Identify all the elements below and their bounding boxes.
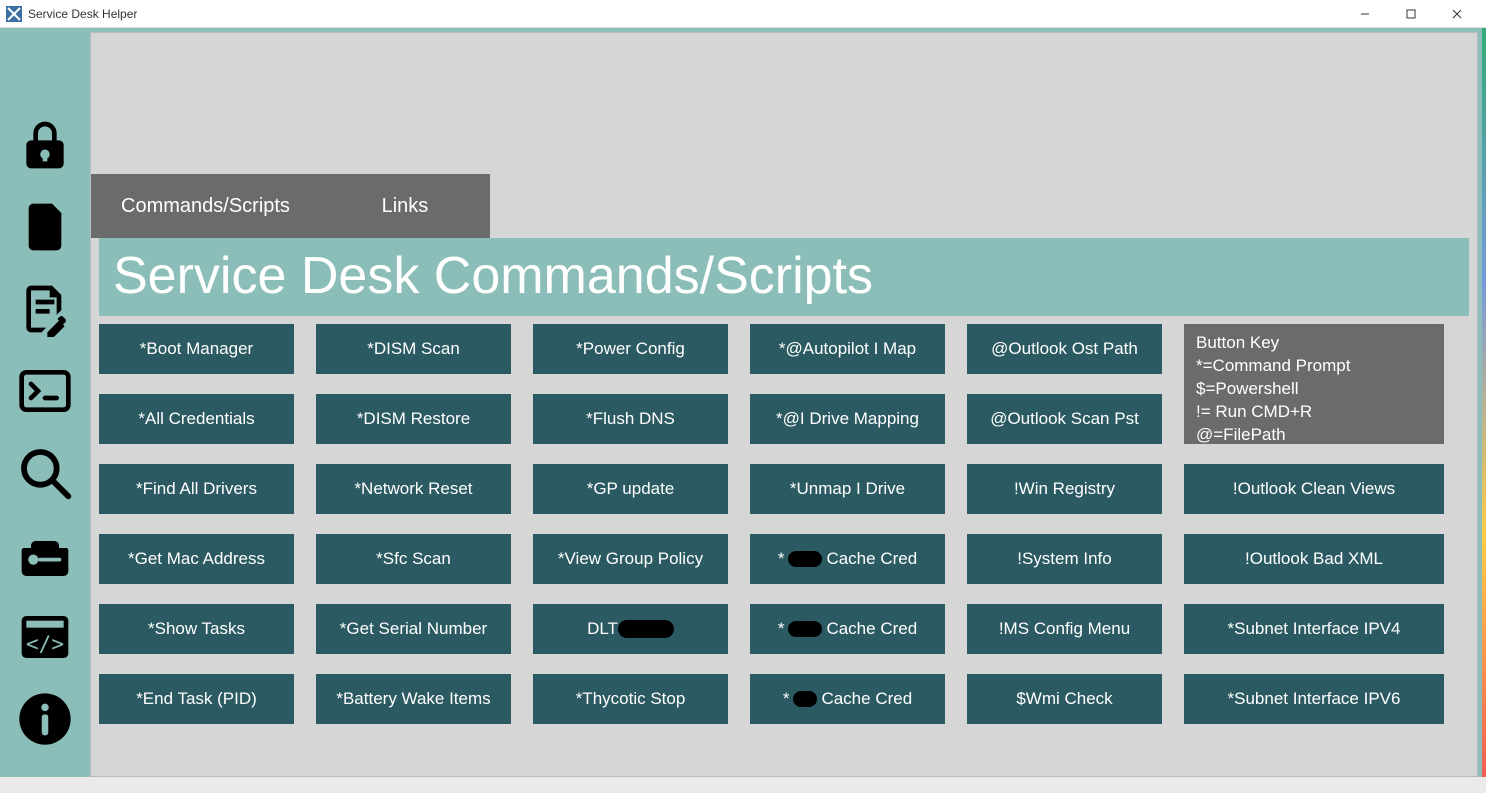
key-heading: Button Key <box>1196 332 1432 355</box>
btn-cache-cred-2[interactable]: *Cache Cred <box>750 604 945 654</box>
btn-outlook-bad-xml[interactable]: !Outlook Bad XML <box>1184 534 1444 584</box>
window-title: Service Desk Helper <box>28 7 137 21</box>
tab-links[interactable]: Links <box>320 174 490 238</box>
desktop-edge <box>1482 28 1486 793</box>
btn-i-drive-mapping[interactable]: *@I Drive Mapping <box>750 394 945 444</box>
redacted-text <box>618 620 674 638</box>
grid-col-5: @Outlook Ost Path @Outlook Scan Pst !Win… <box>967 324 1162 724</box>
redacted-text <box>793 691 817 707</box>
btn-flush-dns[interactable]: *Flush DNS <box>533 394 728 444</box>
terminal-icon[interactable] <box>10 359 80 423</box>
edit-document-icon[interactable] <box>10 277 80 341</box>
button-key-legend: Button Key *=Command Prompt $=Powershell… <box>1184 324 1444 444</box>
btn-boot-manager[interactable]: *Boot Manager <box>99 324 294 374</box>
app-icon <box>6 6 22 22</box>
svg-text:</>: </> <box>26 632 64 656</box>
redacted-text <box>788 621 822 637</box>
btn-sfc-scan[interactable]: *Sfc Scan <box>316 534 511 584</box>
btn-outlook-clean-views[interactable]: !Outlook Clean Views <box>1184 464 1444 514</box>
btn-view-group-policy[interactable]: *View Group Policy <box>533 534 728 584</box>
code-window-icon[interactable]: </> <box>10 605 80 669</box>
button-grid: *Boot Manager *All Credentials *Find All… <box>99 324 1469 724</box>
btn-dlt-redacted[interactable]: DLT <box>533 604 728 654</box>
btn-get-serial-number[interactable]: *Get Serial Number <box>316 604 511 654</box>
btn-wmi-check[interactable]: $Wmi Check <box>967 674 1162 724</box>
grid-col-6: Button Key *=Command Prompt $=Powershell… <box>1184 324 1444 724</box>
document-icon[interactable] <box>10 195 80 259</box>
btn-find-all-drivers[interactable]: *Find All Drivers <box>99 464 294 514</box>
close-button[interactable] <box>1434 0 1480 28</box>
btn-end-task-pid[interactable]: *End Task (PID) <box>99 674 294 724</box>
btn-dism-scan[interactable]: *DISM Scan <box>316 324 511 374</box>
btn-ms-config-menu[interactable]: !MS Config Menu <box>967 604 1162 654</box>
maximize-button[interactable] <box>1388 0 1434 28</box>
btn-subnet-interface-ipv6[interactable]: *Subnet Interface IPV6 <box>1184 674 1444 724</box>
key-line-3: != Run CMD+R <box>1196 401 1432 424</box>
btn-unmap-i-drive[interactable]: *Unmap I Drive <box>750 464 945 514</box>
grid-col-4: *@Autopilot I Map *@I Drive Mapping *Unm… <box>750 324 945 724</box>
content-area: Service Desk Commands/Scripts *Boot Mana… <box>90 238 1478 777</box>
grid-col-3: *Power Config *Flush DNS *GP update *Vie… <box>533 324 728 724</box>
header-area <box>90 32 1478 174</box>
btn-power-config[interactable]: *Power Config <box>533 324 728 374</box>
btn-gp-update[interactable]: *GP update <box>533 464 728 514</box>
btn-subnet-interface-ipv4[interactable]: *Subnet Interface IPV4 <box>1184 604 1444 654</box>
btn-all-credentials[interactable]: *All Credentials <box>99 394 294 444</box>
minimize-button[interactable] <box>1342 0 1388 28</box>
key-line-2: $=Powershell <box>1196 378 1432 401</box>
main-panel: Commands/Scripts Links Service Desk Comm… <box>90 28 1484 777</box>
btn-dism-restore[interactable]: *DISM Restore <box>316 394 511 444</box>
tab-commands[interactable]: Commands/Scripts <box>91 174 320 238</box>
btn-show-tasks[interactable]: *Show Tasks <box>99 604 294 654</box>
sidebar: </> <box>0 28 90 777</box>
btn-system-info[interactable]: !System Info <box>967 534 1162 584</box>
toolbox-icon[interactable] <box>10 523 80 587</box>
btn-cache-cred-1[interactable]: *Cache Cred <box>750 534 945 584</box>
btn-dlt-label: DLT <box>587 619 618 639</box>
btn-autopilot-i-map[interactable]: *@Autopilot I Map <box>750 324 945 374</box>
desktop-bottom <box>0 777 1486 793</box>
app-window: </> Commands/Scripts Links Service Desk … <box>0 28 1484 777</box>
redacted-text <box>788 551 822 567</box>
btn-get-mac-address[interactable]: *Get Mac Address <box>99 534 294 584</box>
btn-thycotic-stop[interactable]: *Thycotic Stop <box>533 674 728 724</box>
info-icon[interactable] <box>10 687 80 751</box>
page-title: Service Desk Commands/Scripts <box>99 238 1469 316</box>
btn-battery-wake-items[interactable]: *Battery Wake Items <box>316 674 511 724</box>
btn-cache-cred-3[interactable]: *Cache Cred <box>750 674 945 724</box>
grid-col-2: *DISM Scan *DISM Restore *Network Reset … <box>316 324 511 724</box>
titlebar: Service Desk Helper <box>0 0 1486 28</box>
key-line-1: *=Command Prompt <box>1196 355 1432 378</box>
grid-col-1: *Boot Manager *All Credentials *Find All… <box>99 324 294 724</box>
btn-win-registry[interactable]: !Win Registry <box>967 464 1162 514</box>
key-line-4: @=FilePath <box>1196 424 1432 447</box>
btn-network-reset[interactable]: *Network Reset <box>316 464 511 514</box>
btn-outlook-scan-pst[interactable]: @Outlook Scan Pst <box>967 394 1162 444</box>
lock-icon[interactable] <box>10 113 80 177</box>
tab-bar: Commands/Scripts Links <box>90 174 1478 238</box>
search-icon[interactable] <box>10 441 80 505</box>
btn-outlook-ost-path[interactable]: @Outlook Ost Path <box>967 324 1162 374</box>
